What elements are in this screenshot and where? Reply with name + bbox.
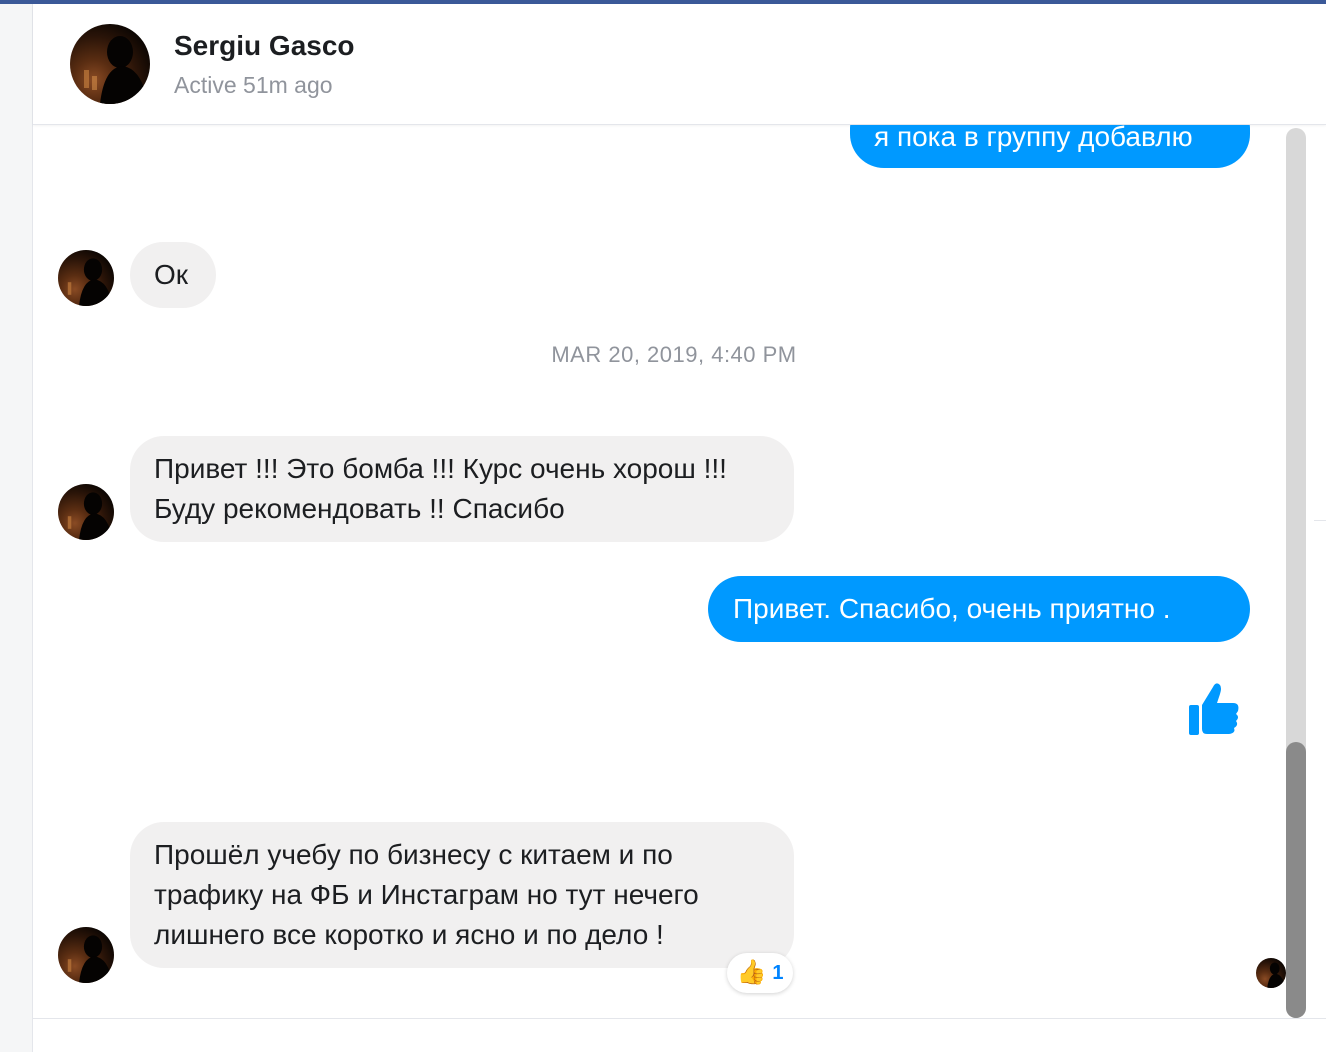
sender-avatar[interactable] bbox=[58, 484, 114, 540]
read-receipt-avatar bbox=[1256, 958, 1286, 988]
reaction-count: 1 bbox=[772, 961, 784, 984]
contact-active-status: Active 51m ago bbox=[174, 72, 333, 98]
conversation-header: Sergiu Gasco Active 51m ago bbox=[33, 4, 1326, 125]
left-sidebar-edge bbox=[0, 4, 32, 1052]
message-text: Привет. Спасибо, очень приятно . bbox=[733, 593, 1171, 624]
incoming-message[interactable]: Прошёл учебу по бизнесу с китаем и по тр… bbox=[130, 822, 794, 968]
message-text: Привет !!! Это бомба !!! Курс очень хоро… bbox=[154, 453, 727, 524]
reaction-badge[interactable]: 👍 1 bbox=[727, 953, 793, 993]
message-text: Ок bbox=[154, 259, 189, 290]
message-timestamp: MAR 20, 2019, 4:40 PM bbox=[551, 342, 797, 367]
message-text: Прошёл учебу по бизнесу с китаем и по тр… bbox=[154, 839, 699, 950]
contact-avatar[interactable] bbox=[70, 24, 150, 104]
outgoing-message[interactable]: я пока в группу добавлю bbox=[850, 125, 1250, 168]
outgoing-message[interactable]: Привет. Спасибо, очень приятно . bbox=[708, 576, 1250, 642]
message-text: я пока в группу добавлю bbox=[874, 125, 1193, 152]
thumbs-up-reaction-icon: 👍 bbox=[736, 959, 767, 986]
contact-name[interactable]: Sergiu Gasco bbox=[174, 30, 355, 62]
thumbs-up-icon[interactable] bbox=[1187, 681, 1241, 737]
composer-divider bbox=[33, 1018, 1326, 1019]
scrollbar-thumb[interactable] bbox=[1286, 742, 1306, 1018]
incoming-message[interactable]: Привет !!! Это бомба !!! Курс очень хоро… bbox=[130, 436, 794, 542]
incoming-message[interactable]: Ок bbox=[130, 242, 216, 308]
message-thread[interactable]: я пока в группу добавлю Ок MAR 20, 2019,… bbox=[33, 125, 1326, 1018]
sender-avatar[interactable] bbox=[58, 927, 114, 983]
sender-avatar[interactable] bbox=[58, 250, 114, 306]
